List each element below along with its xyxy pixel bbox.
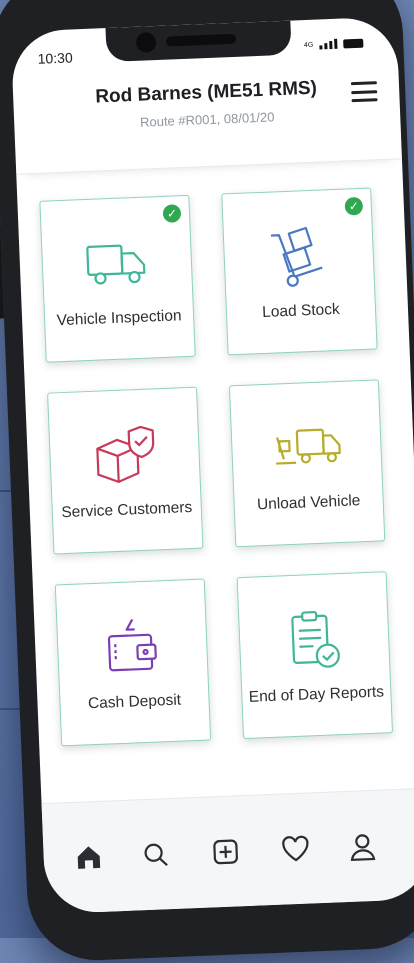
tile-cash-deposit[interactable]: Cash Deposit — [54, 578, 212, 747]
add-icon[interactable] — [208, 834, 243, 869]
hamburger-menu-icon[interactable] — [350, 81, 378, 103]
box-shield-icon — [96, 425, 155, 483]
network-label: 4G — [303, 41, 314, 49]
tile-label: Service Customers — [61, 498, 193, 522]
tile-end-of-day-reports[interactable]: End of Day Reports — [236, 571, 394, 740]
app-header: Rod Barnes (ME51 RMS) Route #R001, 08/01… — [12, 68, 402, 175]
completed-check-icon: ✓ — [162, 204, 182, 223]
status-time: 10:30 — [37, 49, 73, 67]
side-button — [0, 208, 5, 319]
home-icon[interactable] — [71, 840, 106, 875]
profile-icon[interactable] — [345, 829, 380, 864]
battery-icon — [343, 38, 364, 49]
tile-vehicle-inspection[interactable]: ✓ Vehicle Inspection — [39, 194, 196, 363]
wallet-icon — [107, 618, 157, 672]
status-icons: 4G — [304, 38, 364, 50]
task-grid: ✓ Vehicle Inspection ✓ Load Stock Servic… — [39, 187, 394, 747]
tile-load-stock[interactable]: ✓ Load Stock — [221, 187, 378, 356]
hand-truck-icon — [270, 226, 323, 287]
completed-check-icon: ✓ — [344, 196, 364, 216]
phone-frame: 10:30 4G Rod Barnes (ME51 RMS) Route #R0… — [0, 0, 414, 963]
bottom-nav — [41, 787, 414, 915]
tile-label: Unload Vehicle — [256, 492, 361, 514]
signal-icon — [319, 38, 338, 50]
tile-label: End of Day Reports — [248, 683, 385, 706]
tile-unload-vehicle[interactable]: Unload Vehicle — [228, 379, 386, 548]
camera — [135, 32, 157, 53]
search-icon[interactable] — [138, 837, 173, 872]
clipboard-check-icon — [291, 611, 340, 668]
tile-label: Cash Deposit — [87, 691, 182, 713]
tile-label: Vehicle Inspection — [56, 307, 182, 330]
heart-icon[interactable] — [278, 831, 313, 866]
tile-service-customers[interactable]: Service Customers — [47, 386, 204, 555]
unload-truck-icon — [275, 428, 341, 465]
speaker — [165, 33, 237, 47]
notch — [105, 20, 292, 63]
tile-label: Load Stock — [261, 300, 341, 321]
truck-icon — [86, 244, 146, 285]
app-screen: 10:30 4G Rod Barnes (ME51 RMS) Route #R0… — [10, 16, 414, 915]
